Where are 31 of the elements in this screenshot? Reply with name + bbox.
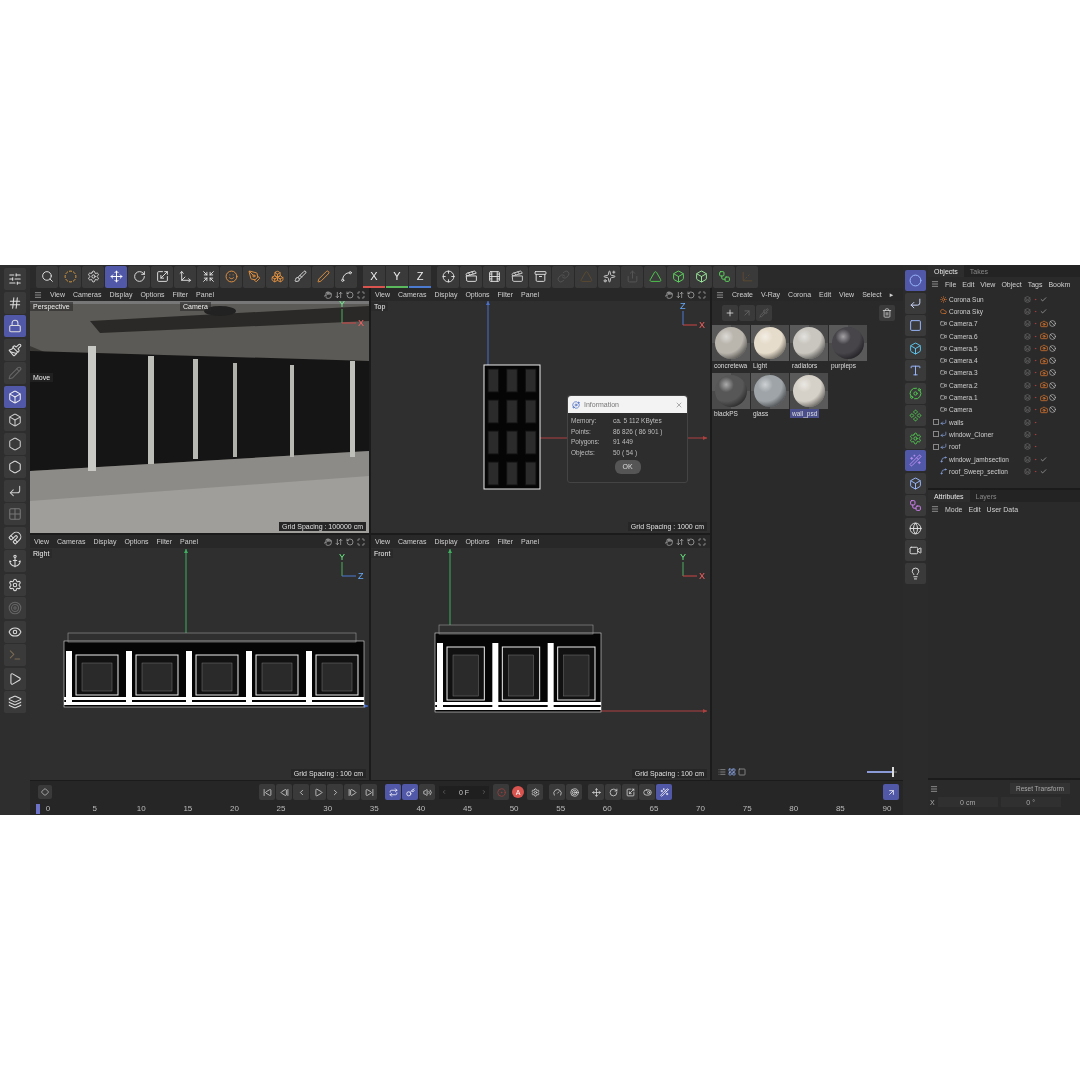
axis-label: Y bbox=[680, 552, 686, 562]
frame-tick-label: 80 bbox=[788, 803, 800, 815]
frame-tick-label: 85 bbox=[834, 803, 846, 815]
timeline-ruler[interactable]: 0 5 10 15 20 25 30 35 40 45 50 55 60 65 70 75 80 85 90 bbox=[30, 803, 903, 815]
frame-tick-label: 65 bbox=[648, 803, 660, 815]
frame-tick-label: 15 bbox=[182, 803, 194, 815]
frame-tick-label: 50 bbox=[508, 803, 520, 815]
axis-toggle-button[interactable]: Y bbox=[386, 265, 408, 288]
frame-tick-label: 60 bbox=[601, 803, 613, 815]
axis-toggle-button[interactable]: Z bbox=[409, 265, 431, 288]
frame-tick-label: 45 bbox=[462, 803, 473, 815]
frame-tick-label: 5 bbox=[91, 803, 98, 815]
axis-label: Z bbox=[680, 301, 686, 311]
frame-tick-label: 10 bbox=[135, 803, 147, 815]
frame-tick-label: 20 bbox=[229, 803, 240, 815]
frame-tick-label: 25 bbox=[275, 803, 287, 815]
frame-tick-label: 55 bbox=[555, 803, 567, 815]
axis-label: X bbox=[358, 318, 364, 328]
frame-tick-label: 35 bbox=[368, 803, 380, 815]
axis-label: Y bbox=[339, 552, 345, 562]
axis-label: X bbox=[699, 571, 705, 581]
axis-label: X bbox=[699, 320, 705, 330]
frame-tick-label: 30 bbox=[322, 803, 334, 815]
frame-tick-label: 90 bbox=[881, 803, 893, 815]
frame-tick-label: 70 bbox=[695, 803, 706, 815]
frame-tick-label: 0 bbox=[44, 803, 52, 815]
frame-tick-label: 40 bbox=[415, 803, 427, 815]
frame-tick-label: 75 bbox=[741, 803, 753, 815]
axis-toggle-button[interactable]: X bbox=[363, 265, 385, 288]
axis-label: Y bbox=[339, 301, 345, 309]
axis-label: Z bbox=[358, 571, 364, 581]
